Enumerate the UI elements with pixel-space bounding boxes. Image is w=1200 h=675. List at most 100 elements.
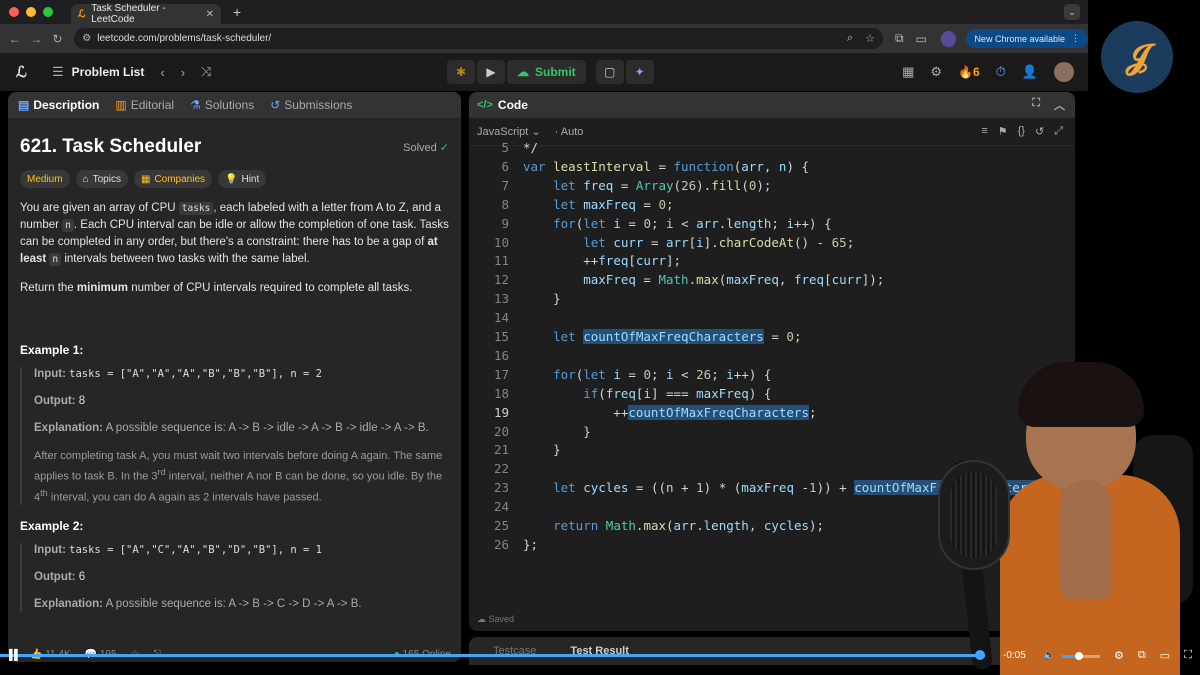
leetcode-favicon-icon: ℒ <box>78 8 86 20</box>
submit-button[interactable]: ☁ Submit <box>507 60 586 84</box>
bookmark-star-icon[interactable]: ☆ <box>865 32 875 45</box>
code-line[interactable]: 10 let curr = arr[i].charCodeAt() - 65; <box>469 233 1075 252</box>
code-line[interactable]: 15 let countOfMaxFreqCharacters = 0; <box>469 327 1075 346</box>
fullscreen-icon[interactable]: ⤢ <box>1054 125 1063 138</box>
shuffle-icon[interactable]: ⤨ <box>201 64 211 80</box>
code-text: for(let i = 0; i < 26; i++) { <box>553 366 772 382</box>
ai-assist-icon[interactable]: ✦ <box>625 60 654 84</box>
line-number: 16 <box>493 347 509 363</box>
close-tab-icon[interactable]: ✕ <box>206 9 214 20</box>
prev-problem-icon[interactable]: ‹ <box>160 65 164 80</box>
reset-icon[interactable]: ↺ <box>1035 125 1044 138</box>
tab-solutions[interactable]: ⚗ Solutions <box>190 98 254 112</box>
leetcode-logo-icon[interactable]: ℒ <box>16 63 34 81</box>
time-remaining: -0:05 <box>1003 650 1026 661</box>
tag-icon: ⌂ <box>82 173 89 185</box>
line-number: 26 <box>493 536 509 552</box>
difficulty-badge[interactable]: Medium <box>20 170 70 188</box>
tab-description[interactable]: ▤ Description <box>18 98 99 112</box>
sidebar-icon[interactable]: ▭ <box>916 32 927 46</box>
companies-badge[interactable]: ▦ Companies <box>133 170 213 188</box>
autocomplete-mode[interactable]: · Auto <box>555 126 584 138</box>
address-bar[interactable]: ⚙ leetcode.com/problems/task-scheduler/ … <box>74 28 883 49</box>
forward-icon[interactable]: → <box>25 32 46 46</box>
format-icon[interactable]: ≡ <box>981 125 987 138</box>
line-number: 21 <box>493 442 509 458</box>
chevron-down-icon: ⌄ <box>531 126 541 138</box>
fullscreen-icon[interactable]: ⛶ <box>1184 649 1192 662</box>
braces-icon[interactable]: {} <box>1018 125 1025 138</box>
cloud-upload-icon: ☁ <box>517 65 529 79</box>
settings-icon[interactable]: ⚙ <box>1114 649 1124 662</box>
player-controls: ⚙ ⧉ ▭ ⛶ <box>1114 649 1192 662</box>
streak-counter[interactable]: 🔥6 <box>958 65 980 79</box>
code-line[interactable]: 8 let maxFreq = 0; <box>469 195 1075 214</box>
code-brackets-icon: </> <box>477 99 493 111</box>
layout-icon[interactable]: ▦ <box>902 64 914 80</box>
tab-editorial[interactable]: ▥ Editorial <box>115 98 174 112</box>
problem-list-icon[interactable]: ☰ <box>52 64 64 80</box>
collapse-chevron-icon[interactable]: ︿ <box>1054 97 1065 113</box>
code-line[interactable]: 5 */ <box>469 138 1075 157</box>
tab-search-icon[interactable]: ⌄ <box>1064 4 1080 20</box>
line-number: 12 <box>493 272 509 288</box>
code-line[interactable]: 6 var leastInterval = function(arr, n) { <box>469 157 1075 176</box>
site-info-icon[interactable]: ⚙ <box>82 33 91 44</box>
code-line[interactable]: 14 <box>469 308 1075 327</box>
volume-icon[interactable]: 🔈 <box>1043 650 1055 661</box>
chrome-update-button[interactable]: New Chrome available ⋮ <box>966 29 1088 48</box>
minimize-window-button[interactable] <box>26 7 36 17</box>
next-problem-icon[interactable]: › <box>181 65 185 80</box>
code-panel-header: </> Code ⛶ ︿ <box>469 92 1075 118</box>
reload-icon[interactable]: ↻ <box>47 32 68 46</box>
code-line[interactable]: 11 ++freq[curr]; <box>469 251 1075 270</box>
code-text: let curr = arr[i].charCodeAt() - 65; <box>583 234 855 250</box>
code-line[interactable]: 12 maxFreq = Math.max(maxFreq, freq[curr… <box>469 270 1075 289</box>
maximize-window-button[interactable] <box>43 7 53 17</box>
code-line[interactable]: 13 } <box>469 289 1075 308</box>
video-scrubber[interactable] <box>975 650 986 660</box>
line-number: 10 <box>493 234 509 250</box>
check-circle-icon: ✓ <box>439 141 449 154</box>
line-number: 11 <box>493 253 509 269</box>
close-window-button[interactable] <box>9 7 19 17</box>
extensions-icon[interactable]: ⧉ <box>895 31 904 46</box>
user-avatar[interactable] <box>1054 62 1074 82</box>
zoom-icon[interactable]: ⌕ <box>847 32 853 45</box>
solutions-icon: ⚗ <box>190 98 201 112</box>
add-user-icon[interactable]: 👤 <box>1022 64 1038 80</box>
url-text: leetcode.com/problems/task-scheduler/ <box>97 33 272 44</box>
example-1-input: tasks = ["A","A","A","B","B","B"], n = 2 <box>69 368 323 380</box>
pause-icon[interactable]: ▌▌ <box>9 650 21 661</box>
example-1-explanation: A possible sequence is: A -> B -> idle -… <box>105 422 429 434</box>
leetcode-header: ℒ ☰ Problem List ‹ › ⤨ ✱ ▶ ☁ Submit ▢ ✦ … <box>0 53 1088 91</box>
line-number: 15 <box>493 329 509 344</box>
code-line[interactable]: 9 for(let i = 0; i < arr.length; i++) { <box>469 214 1075 233</box>
browser-tab[interactable]: ℒ Task Scheduler - LeetCode ✕ <box>71 3 221 25</box>
debug-icon[interactable]: ✱ <box>447 60 475 84</box>
tab-title: Task Scheduler - LeetCode <box>91 3 166 25</box>
code-text: }; <box>523 536 539 552</box>
problem-list-link[interactable]: Problem List <box>72 65 145 79</box>
language-select[interactable]: JavaScript ⌄ <box>477 125 541 138</box>
tab-submissions[interactable]: ↺ Submissions <box>270 98 352 112</box>
example-1-paragraph: After completing task A, you must wait t… <box>34 450 443 504</box>
topics-badge[interactable]: ⌂ Topics <box>75 170 128 188</box>
maximize-icon[interactable]: ⛶ <box>1032 97 1040 113</box>
example-1-block: Input: tasks = ["A","A","A","B","B","B"]… <box>20 367 449 506</box>
timer-icon[interactable]: ⏱ <box>996 64 1006 80</box>
bookmark-icon[interactable]: ⚑ <box>998 125 1008 138</box>
miniplayer-icon[interactable]: ⧉ <box>1138 649 1146 662</box>
new-tab-icon[interactable]: + <box>233 4 241 20</box>
notes-icon[interactable]: ▢ <box>595 60 624 84</box>
code-line[interactable]: 7 let freq = Array(26).fill(0); <box>469 176 1075 195</box>
hint-badge[interactable]: 💡 Hint <box>218 170 267 188</box>
line-number: 18 <box>493 385 509 401</box>
lock-icon: · <box>554 125 559 138</box>
picture-in-picture-icon[interactable]: ▭ <box>1160 649 1170 662</box>
run-button[interactable]: ▶ <box>477 60 505 84</box>
settings-gear-icon[interactable]: ⚙ <box>930 64 942 80</box>
video-progress-bar[interactable] <box>0 650 986 660</box>
profile-avatar[interactable] <box>940 30 957 47</box>
back-icon[interactable]: ← <box>4 32 25 46</box>
